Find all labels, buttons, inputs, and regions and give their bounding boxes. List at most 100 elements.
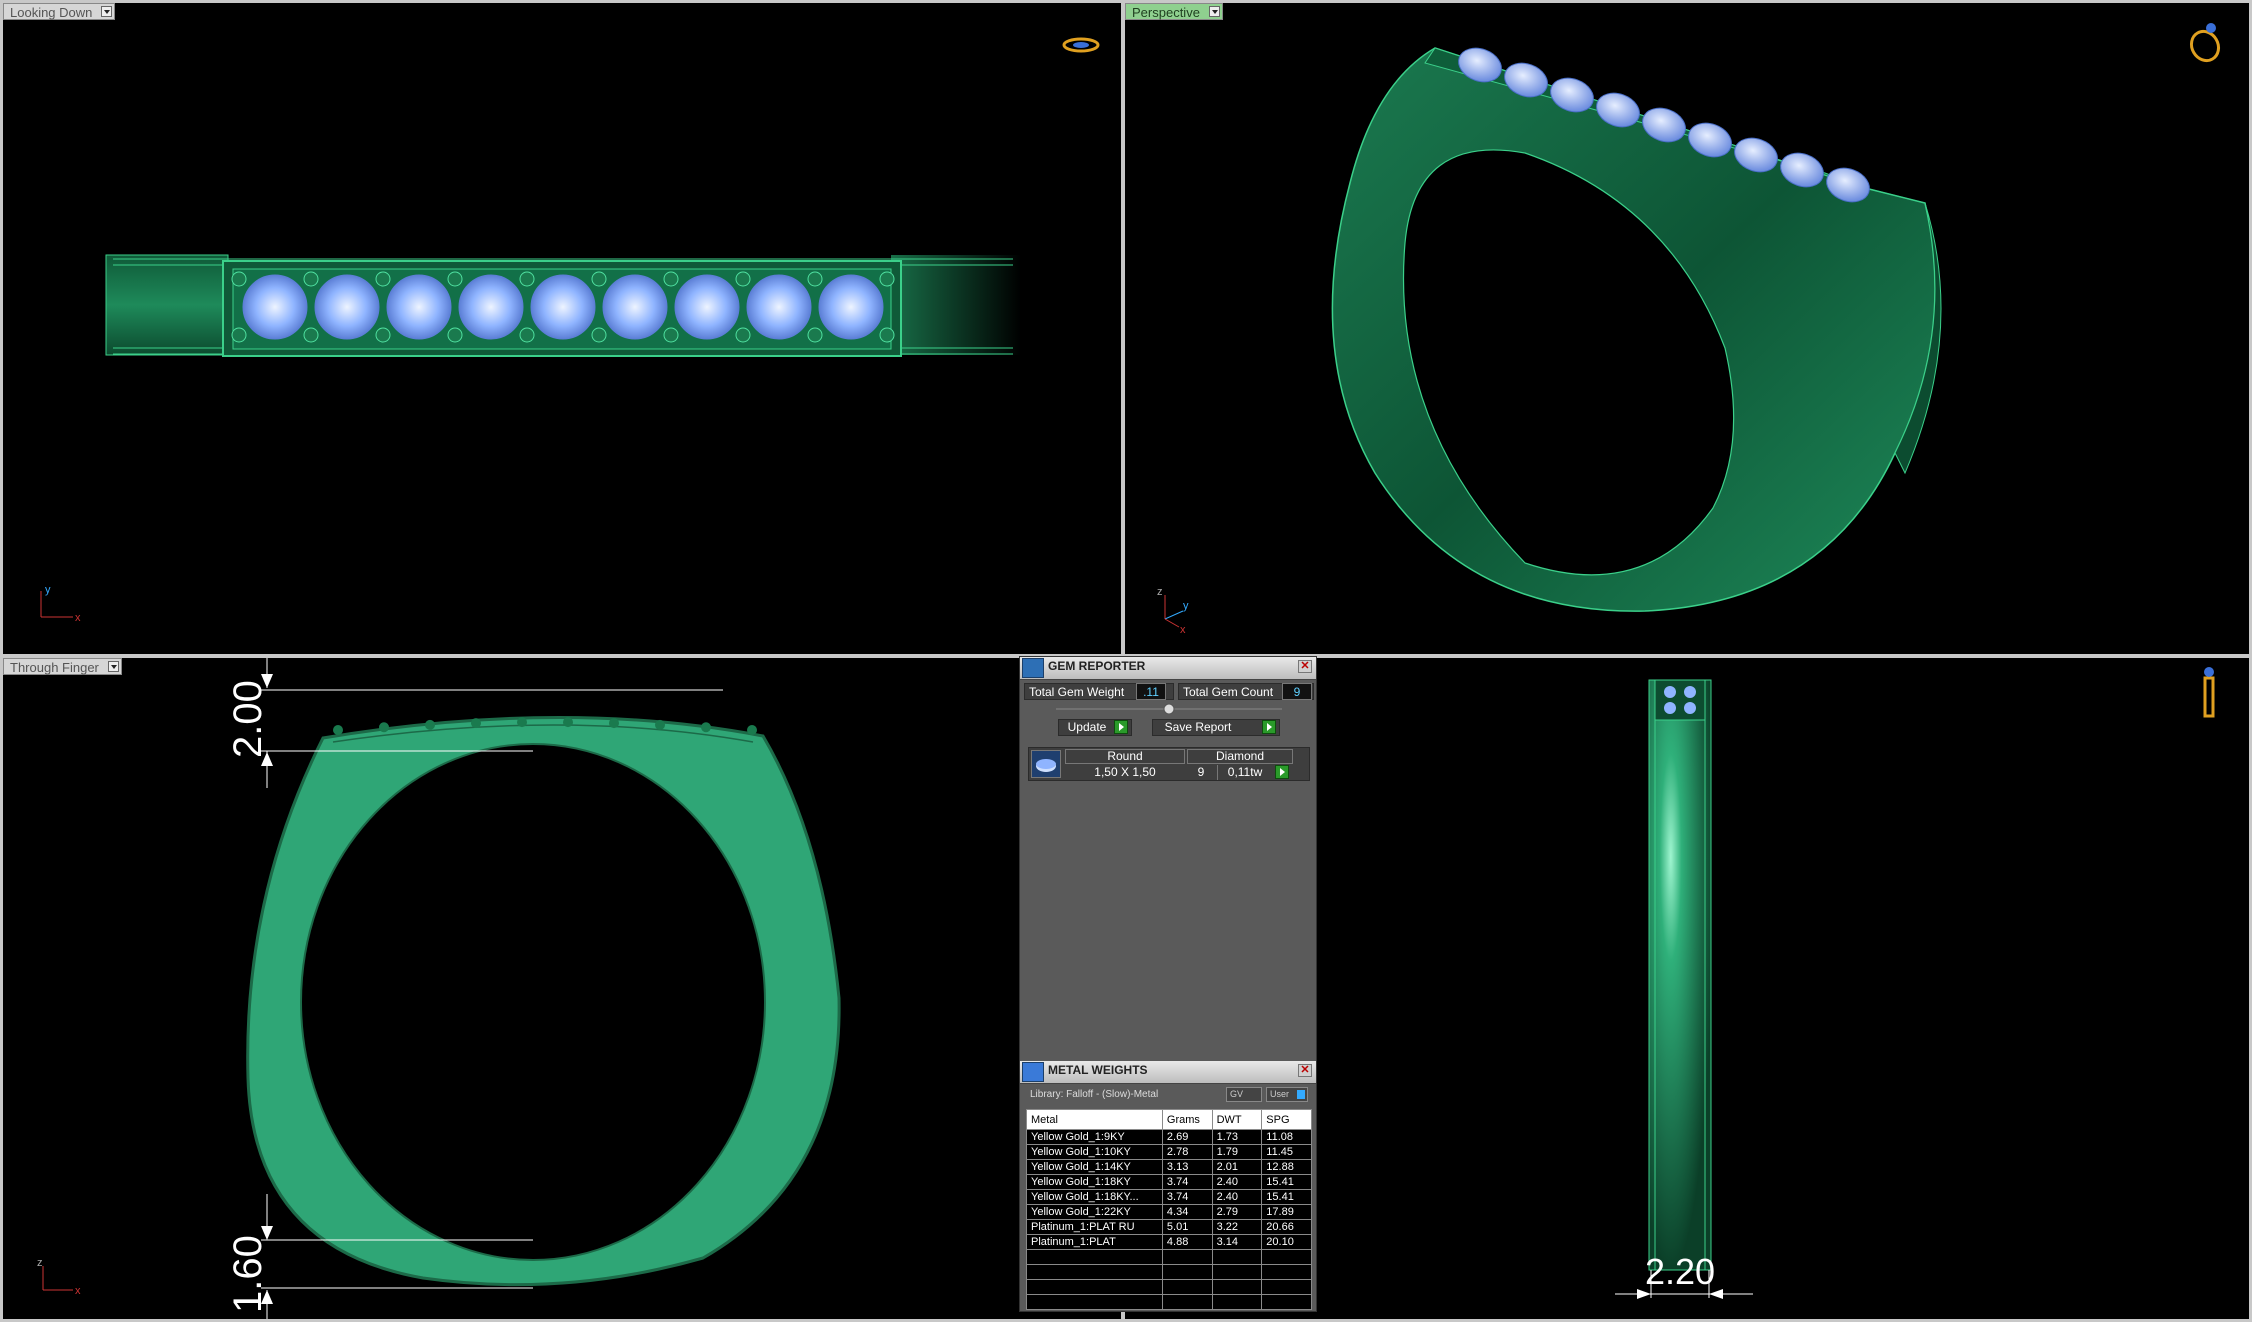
table-cell: 2.40	[1211, 1174, 1263, 1190]
table-row[interactable]: Yellow Gold_1:18KY... 3.74 2.40 15.41	[1026, 1189, 1312, 1205]
prong	[303, 327, 319, 343]
table-cell: 3.13	[1161, 1159, 1213, 1175]
table-cell: 1.73	[1211, 1129, 1263, 1145]
ring-side-view: 2.00 1.60	[226, 658, 841, 1319]
table-row[interactable]: Platinum_1:PLAT 4.88 3.14 20.10	[1026, 1234, 1312, 1250]
empty-cell	[1211, 1249, 1263, 1265]
ring-perspective-icon[interactable]	[2187, 18, 2227, 66]
empty-cell	[1261, 1279, 1312, 1295]
table-cell: 4.34	[1161, 1204, 1213, 1220]
gem	[746, 274, 812, 340]
dimension-top: 2.00	[226, 680, 270, 758]
save-report-button[interactable]: Save Report	[1152, 719, 1280, 736]
table-row[interactable]: Yellow Gold_1:22KY 4.34 2.79 17.89	[1026, 1204, 1312, 1220]
empty-cell	[1261, 1294, 1312, 1310]
close-icon[interactable]: ✕	[1298, 660, 1312, 673]
table-cell: 2.79	[1211, 1204, 1263, 1220]
close-icon[interactable]: ✕	[1298, 1064, 1312, 1077]
prong	[333, 725, 343, 735]
table-cell: Yellow Gold_1:10KY	[1026, 1144, 1163, 1160]
ring-orientation-icon[interactable]	[1061, 35, 1101, 55]
table-cell: Yellow Gold_1:9KY	[1026, 1129, 1163, 1145]
chevron-down-icon[interactable]	[1208, 6, 1220, 17]
gem-type: Diamond	[1187, 749, 1293, 764]
table-cell: Platinum_1:PLAT RU	[1026, 1219, 1163, 1235]
chevron-down-icon[interactable]	[107, 661, 119, 672]
user-toggle[interactable]: User	[1266, 1087, 1308, 1102]
prong	[735, 271, 751, 287]
viewport-label-perspective[interactable]: Perspective	[1125, 3, 1223, 20]
prong	[747, 725, 757, 735]
empty-row	[1026, 1264, 1312, 1280]
gem-shape: Round	[1065, 749, 1185, 764]
svg-text:x: x	[1180, 624, 1186, 636]
prong	[879, 271, 895, 287]
gem-count: 9	[1197, 765, 1205, 779]
table-row[interactable]: Yellow Gold_1:14KY 3.13 2.01 12.88	[1026, 1159, 1312, 1175]
empty-cell	[1161, 1249, 1213, 1265]
gem	[458, 274, 524, 340]
table-cell: 20.66	[1261, 1219, 1312, 1235]
empty-row	[1026, 1279, 1312, 1295]
empty-cell	[1161, 1264, 1213, 1280]
empty-row	[1026, 1249, 1312, 1265]
column-header-spg: SPG	[1261, 1109, 1312, 1130]
empty-cell	[1211, 1264, 1263, 1280]
empty-row	[1026, 1294, 1312, 1310]
metal-weights-titlebar[interactable]: METAL WEIGHTS ✕	[1020, 1061, 1316, 1084]
empty-cell	[1161, 1279, 1213, 1295]
chevron-down-icon[interactable]	[101, 6, 113, 17]
viewport-perspective[interactable]: z y x Perspective	[1125, 3, 2249, 654]
prong	[375, 327, 391, 343]
svg-text:z: z	[37, 1257, 43, 1269]
ring-side-icon[interactable]	[2197, 664, 2221, 720]
axis-indicator: z y x	[1157, 586, 1189, 636]
gem-slider[interactable]	[1056, 703, 1282, 715]
svg-text:z: z	[1157, 586, 1163, 598]
column-header-dwt: DWT	[1211, 1109, 1263, 1130]
table-cell: 2.78	[1161, 1144, 1213, 1160]
gem	[530, 274, 596, 340]
viewport-label-through-finger[interactable]: Through Finger	[3, 658, 122, 675]
prong	[663, 327, 679, 343]
table-row[interactable]: Yellow Gold_1:10KY 2.78 1.79 11.45	[1026, 1144, 1312, 1160]
prong	[663, 271, 679, 287]
axis-indicator: y x	[40, 584, 81, 623]
prong	[471, 718, 481, 729]
gem-row-go-icon[interactable]	[1275, 765, 1289, 779]
viewport-looking-down[interactable]: y x Looking Down	[3, 3, 1121, 654]
table-cell: Yellow Gold_1:18KY...	[1026, 1189, 1163, 1205]
prong	[375, 271, 391, 287]
empty-cell	[1026, 1294, 1163, 1310]
table-row[interactable]: Yellow Gold_1:18KY 3.74 2.40 15.41	[1026, 1174, 1312, 1190]
viewport-through-finger[interactable]: 2.00 1.60 z x Through Finger	[3, 658, 1121, 1319]
empty-cell	[1261, 1264, 1312, 1280]
total-gem-count-value: 9	[1282, 683, 1312, 700]
round-gem-icon	[1031, 750, 1061, 778]
save-report-go-icon[interactable]	[1262, 720, 1276, 734]
svg-text:y: y	[45, 584, 51, 596]
column-header-grams: Grams	[1161, 1109, 1213, 1130]
table-cell: 5.01	[1161, 1219, 1213, 1235]
gem-reporter-icon	[1022, 658, 1044, 678]
table-cell: 2.40	[1211, 1189, 1263, 1205]
gem-reporter-titlebar[interactable]: GEM REPORTER ✕	[1020, 657, 1316, 680]
update-go-icon[interactable]	[1114, 720, 1128, 734]
table-row[interactable]: Platinum_1:PLAT RU 5.01 3.22 20.66	[1026, 1219, 1312, 1235]
gem-list-area	[1024, 787, 1312, 1057]
metal-weights-table: Metal Grams DWT SPG Yellow Gold_1:9KY 2.6…	[1026, 1109, 1312, 1310]
table-cell: 15.41	[1261, 1174, 1312, 1190]
table-cell: 2.69	[1161, 1129, 1213, 1145]
empty-cell	[1026, 1264, 1163, 1280]
empty-cell	[1161, 1294, 1213, 1310]
table-row[interactable]: Yellow Gold_1:9KY 2.69 1.73 11.08	[1026, 1129, 1312, 1145]
prong	[447, 327, 463, 343]
gem	[242, 274, 308, 340]
table-cell: Yellow Gold_1:18KY	[1026, 1174, 1163, 1190]
gv-toggle[interactable]: GV	[1226, 1087, 1262, 1102]
prong	[879, 327, 895, 343]
prong	[655, 719, 665, 730]
viewport-label-looking-down[interactable]: Looking Down	[3, 3, 116, 20]
prong	[517, 717, 527, 728]
svg-text:x: x	[75, 612, 81, 623]
